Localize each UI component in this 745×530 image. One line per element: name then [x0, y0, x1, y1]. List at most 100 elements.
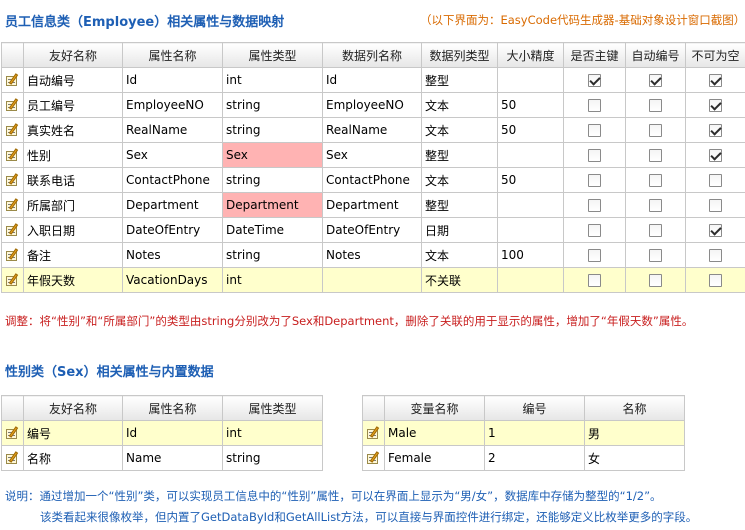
table-row[interactable]: 入职日期 DateOfEntry DateTime DateOfEntry 日期 [1, 217, 745, 243]
col-header-id[interactable]: 编号 [484, 395, 585, 421]
checkbox-icon[interactable] [649, 124, 662, 137]
cell-property-type[interactable]: int [222, 267, 323, 293]
cell-auto-number[interactable] [625, 217, 686, 243]
cell-auto-number[interactable] [625, 167, 686, 193]
cell-property-type[interactable]: Sex [222, 142, 323, 168]
cell-column-type[interactable]: 文本 [421, 167, 498, 193]
table-row[interactable]: 编号 Id int [1, 420, 323, 446]
table-row[interactable]: 员工编号 EmployeeNO string EmployeeNO 文本 50 [1, 92, 745, 118]
row-icon-cell[interactable] [1, 192, 24, 218]
employee-grid[interactable]: 友好名称 属性名称 属性类型 数据列名称 数据列类型 大小精度 是否主键 自动编… [1, 42, 745, 293]
col-header-var[interactable]: 变量名称 [384, 395, 485, 421]
cell-column-name[interactable]: Notes [322, 242, 422, 268]
cell-not-null[interactable] [685, 67, 745, 93]
cell-property-name[interactable]: DateOfEntry [122, 217, 223, 243]
cell-property-name[interactable]: Sex [122, 142, 223, 168]
row-icon-cell[interactable] [1, 67, 24, 93]
checkbox-icon[interactable] [588, 199, 601, 212]
checkbox-icon[interactable] [709, 149, 722, 162]
col-header-friendly[interactable]: 友好名称 [23, 42, 123, 68]
cell-column-name[interactable]: ContactPhone [322, 167, 422, 193]
cell-column-name[interactable]: EmployeeNO [322, 92, 422, 118]
col-header-notnull[interactable]: 不可为空 [685, 42, 745, 68]
cell-not-null[interactable] [685, 242, 745, 268]
col-header-size[interactable]: 大小精度 [497, 42, 564, 68]
checkbox-icon[interactable] [588, 124, 601, 137]
cell-property-type[interactable]: string [222, 167, 323, 193]
checkbox-icon[interactable] [709, 249, 722, 262]
table-row[interactable]: 性别 Sex Sex Sex 整型 [1, 142, 745, 168]
col-header-coltype[interactable]: 数据列类型 [421, 42, 498, 68]
cell-variable-name[interactable]: Male [384, 420, 485, 446]
cell-property-type[interactable]: Department [222, 192, 323, 218]
checkbox-icon[interactable] [649, 274, 662, 287]
col-header-column[interactable]: 数据列名称 [322, 42, 422, 68]
cell-property-type[interactable]: DateTime [222, 217, 323, 243]
checkbox-icon[interactable] [649, 174, 662, 187]
cell-column-name[interactable]: DateOfEntry [322, 217, 422, 243]
col-header-type[interactable]: 属性类型 [222, 42, 323, 68]
cell-size[interactable] [497, 67, 564, 93]
cell-column-name[interactable]: Id [322, 67, 422, 93]
cell-size[interactable]: 50 [497, 117, 564, 143]
cell-friendly-name[interactable]: 年假天数 [23, 267, 123, 293]
cell-primary-key[interactable] [563, 142, 626, 168]
cell-primary-key[interactable] [563, 217, 626, 243]
cell-auto-number[interactable] [625, 242, 686, 268]
cell-size[interactable] [497, 192, 564, 218]
col-header-name[interactable]: 名称 [584, 395, 685, 421]
checkbox-icon[interactable] [709, 199, 722, 212]
checkbox-icon[interactable] [588, 224, 601, 237]
checkbox-icon[interactable] [588, 99, 601, 112]
table-row[interactable]: 联系电话 ContactPhone string ContactPhone 文本 50 [1, 167, 745, 193]
row-icon-cell[interactable] [1, 242, 24, 268]
cell-column-type[interactable]: 日期 [421, 217, 498, 243]
checkbox-icon[interactable] [588, 174, 601, 187]
cell-property-name[interactable]: Notes [122, 242, 223, 268]
cell-property-name[interactable]: Department [122, 192, 223, 218]
cell-not-null[interactable] [685, 267, 745, 293]
col-header-auto[interactable]: 自动编号 [625, 42, 686, 68]
checkbox-icon[interactable] [588, 74, 601, 87]
cell-auto-number[interactable] [625, 67, 686, 93]
cell-property-type[interactable]: string [222, 445, 323, 471]
row-icon-cell[interactable] [1, 117, 24, 143]
cell-friendly-name[interactable]: 员工编号 [23, 92, 123, 118]
checkbox-icon[interactable] [588, 249, 601, 262]
cell-primary-key[interactable] [563, 117, 626, 143]
cell-column-type[interactable]: 文本 [421, 92, 498, 118]
cell-primary-key[interactable] [563, 267, 626, 293]
col-header-pk[interactable]: 是否主键 [563, 42, 626, 68]
row-icon-cell[interactable] [1, 142, 24, 168]
table-row[interactable]: 所属部门 Department Department Department 整型 [1, 192, 745, 218]
cell-id[interactable]: 2 [484, 445, 585, 471]
table-row[interactable]: 年假天数 VacationDays int 不关联 [1, 267, 745, 293]
cell-not-null[interactable] [685, 92, 745, 118]
cell-size[interactable] [497, 217, 564, 243]
table-row[interactable]: Female 2 女 [362, 445, 685, 471]
cell-friendly-name[interactable]: 备注 [23, 242, 123, 268]
checkbox-icon[interactable] [709, 174, 722, 187]
col-header-prop[interactable]: 属性名称 [122, 42, 223, 68]
row-icon-cell[interactable] [1, 445, 24, 471]
cell-friendly-name[interactable]: 联系电话 [23, 167, 123, 193]
checkbox-icon[interactable] [649, 149, 662, 162]
cell-primary-key[interactable] [563, 242, 626, 268]
cell-not-null[interactable] [685, 117, 745, 143]
row-icon-cell[interactable] [1, 267, 24, 293]
cell-not-null[interactable] [685, 217, 745, 243]
row-icon-cell[interactable] [1, 217, 24, 243]
cell-property-name[interactable]: Name [122, 445, 223, 471]
cell-name[interactable]: 男 [584, 420, 685, 446]
cell-friendly-name[interactable]: 自动编号 [23, 67, 123, 93]
cell-column-name[interactable]: Department [322, 192, 422, 218]
cell-friendly-name[interactable]: 名称 [23, 445, 123, 471]
checkbox-icon[interactable] [649, 249, 662, 262]
cell-auto-number[interactable] [625, 142, 686, 168]
cell-property-type[interactable]: string [222, 242, 323, 268]
table-row[interactable]: 自动编号 Id int Id 整型 [1, 67, 745, 93]
cell-auto-number[interactable] [625, 267, 686, 293]
cell-property-name[interactable]: VacationDays [122, 267, 223, 293]
cell-id[interactable]: 1 [484, 420, 585, 446]
cell-primary-key[interactable] [563, 192, 626, 218]
